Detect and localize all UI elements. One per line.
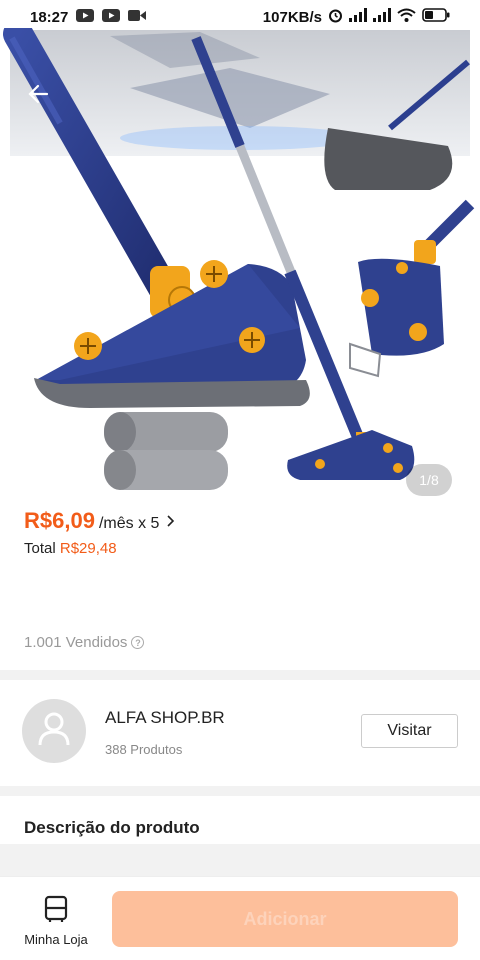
my-store-label: Minha Loja [24, 932, 88, 947]
total-value: R$29,48 [59, 540, 117, 557]
sold-count-row: 1.001 Vendidos ? [24, 634, 145, 651]
status-right: 107KB/s [263, 8, 450, 27]
mop-product-image [3, 28, 475, 490]
store-name[interactable]: ALFA SHOP.BR [105, 708, 225, 728]
alarm-icon [328, 8, 343, 27]
status-left: 18:27 [30, 8, 147, 26]
store-icon [43, 895, 69, 928]
gallery-page-indicator: 1/8 [406, 464, 452, 496]
visit-store-button[interactable]: Visitar [361, 714, 458, 748]
video-camera-icon [128, 9, 147, 26]
installment-row[interactable]: R$6,09 /mês x 5 [24, 508, 175, 534]
total-label: Total [24, 540, 56, 557]
store-card: ALFA SHOP.BR 388 Produtos Visitar [0, 680, 480, 786]
back-button[interactable] [22, 78, 54, 110]
youtube-icon [102, 8, 121, 26]
section-divider [0, 786, 480, 796]
installment-price: R$6,09 [24, 508, 95, 533]
price-section: R$6,09 /mês x 5 Total R$29,48 1.001 Vend… [0, 498, 480, 670]
total-row: Total R$29,48 [24, 540, 117, 557]
youtube-icon [76, 8, 95, 26]
info-icon[interactable]: ? [131, 636, 145, 649]
signal-icon [373, 8, 391, 26]
status-time: 18:27 [30, 8, 69, 26]
battery-icon [422, 8, 450, 26]
product-gallery[interactable]: 1/8 [0, 28, 480, 496]
back-arrow-icon [27, 84, 49, 104]
user-icon [37, 711, 71, 752]
sold-count: 1.001 Vendidos [24, 634, 128, 651]
store-products-count: 388 Produtos [105, 742, 183, 757]
chevron-right-icon [165, 512, 175, 533]
add-button[interactable]: Adicionar [112, 891, 458, 947]
store-avatar[interactable] [22, 699, 86, 763]
signal-icon [349, 8, 367, 26]
wifi-icon [397, 8, 416, 26]
installment-terms: /mês x 5 [98, 515, 160, 532]
my-store-tab[interactable]: Minha Loja [14, 895, 98, 947]
network-speed: 107KB/s [262, 8, 322, 26]
bottom-action-bar: Minha Loja Adicionar [0, 876, 480, 960]
section-divider [0, 844, 480, 876]
description-section[interactable]: Descrição do produto [0, 796, 480, 844]
section-divider [0, 670, 480, 680]
description-title: Descrição do produto [24, 818, 200, 837]
